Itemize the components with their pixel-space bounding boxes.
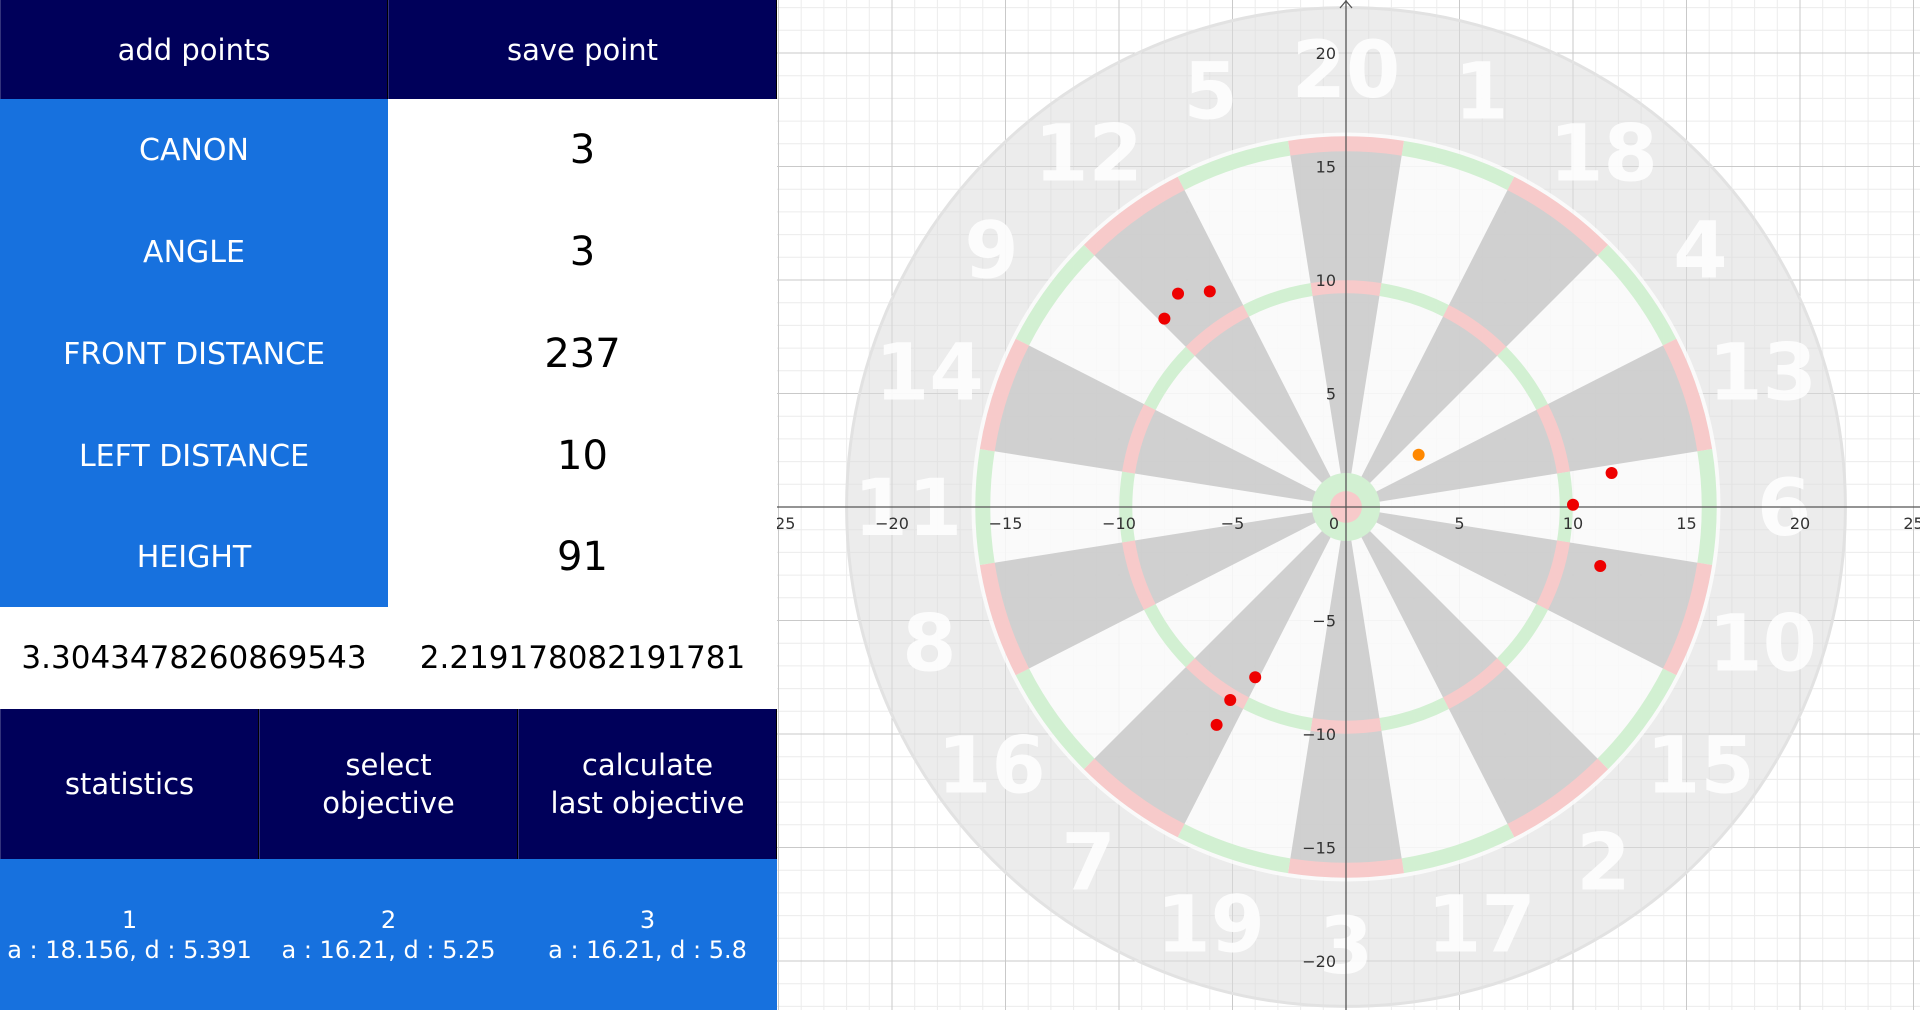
x-tick-label: −10 — [1102, 514, 1136, 533]
objective-item-2[interactable]: 2 a : 16.21, d : 5.25 — [259, 859, 518, 1010]
result-first: 3.3043478260869543 — [0, 607, 388, 709]
board-number: 18 — [1549, 110, 1658, 200]
x-tick-label: −15 — [989, 514, 1023, 533]
board-number: 12 — [1034, 110, 1143, 200]
y-tick-label: −15 — [1302, 839, 1336, 858]
red-point — [1594, 560, 1607, 573]
x-tick-label: −20 — [875, 514, 909, 533]
board-number: 16 — [937, 722, 1046, 812]
board-number: 5 — [1183, 47, 1237, 137]
board-number: 2 — [1576, 818, 1630, 908]
y-tick-label: −20 — [1302, 952, 1336, 971]
board-number: 17 — [1427, 881, 1536, 971]
board-number: 9 — [964, 206, 1018, 296]
orange-point — [1412, 448, 1425, 461]
red-point — [1605, 466, 1618, 479]
y-tick-label: 20 — [1316, 44, 1336, 63]
left-distance-label: LEFT DISTANCE — [0, 405, 388, 507]
red-point — [1224, 693, 1237, 706]
objective-info: a : 16.21, d : 5.25 — [281, 935, 496, 964]
save-point-button[interactable]: save point — [388, 0, 777, 99]
left-distance-value[interactable]: 10 — [388, 405, 777, 507]
add-points-button[interactable]: add points — [0, 0, 388, 99]
angle-label: ANGLE — [0, 201, 388, 303]
x-tick-label: −5 — [1221, 514, 1245, 533]
objective-item-3[interactable]: 3 a : 16.21, d : 5.8 — [518, 859, 777, 1010]
angle-value[interactable]: 3 — [388, 201, 777, 303]
objective-info: a : 18.156, d : 5.391 — [7, 935, 252, 964]
y-tick-label: −5 — [1312, 612, 1336, 631]
x-tick-label: 0 — [1329, 514, 1339, 533]
board-number: 13 — [1708, 329, 1817, 419]
graph-view[interactable]: 2011841361015217319716811149125 −25−20−1… — [777, 0, 1920, 1010]
board-number: 7 — [1061, 818, 1115, 908]
y-tick-label: 5 — [1326, 385, 1336, 404]
calculate-last-objective-button[interactable]: calculate last objective — [518, 709, 777, 859]
x-tick-label: 15 — [1676, 514, 1696, 533]
board-number: 4 — [1673, 206, 1727, 296]
select-objective-label-2: objective — [322, 786, 455, 820]
save-point-label: save point — [506, 32, 659, 67]
add-points-label: add points — [117, 32, 271, 67]
calculate-label-2: last objective — [550, 786, 745, 820]
board-number: 14 — [875, 329, 984, 419]
x-tick-label: 10 — [1563, 514, 1583, 533]
y-tick-label: −10 — [1302, 725, 1336, 744]
statistics-button[interactable]: statistics — [0, 709, 259, 859]
result-second: 2.219178082191781 — [388, 607, 777, 709]
board-number: 11 — [854, 464, 963, 554]
red-point — [1158, 312, 1171, 325]
y-tick-label: 15 — [1316, 158, 1336, 177]
statistics-label: statistics — [64, 767, 195, 801]
control-panel: add points save point CANON 3 ANGLE 3 FR… — [0, 0, 777, 1010]
select-objective-button[interactable]: select objective — [259, 709, 518, 859]
front-distance-value[interactable]: 237 — [388, 303, 777, 405]
red-point — [1210, 718, 1223, 731]
board-number: 15 — [1646, 722, 1755, 812]
objective-item-1[interactable]: 1 a : 18.156, d : 5.391 — [0, 859, 259, 1010]
height-value[interactable]: 91 — [388, 507, 777, 607]
board-number: 10 — [1708, 599, 1817, 689]
board-number: 1 — [1454, 47, 1508, 137]
height-label: HEIGHT — [0, 507, 388, 607]
objective-info: a : 16.21, d : 5.8 — [548, 935, 747, 964]
x-tick-label: 25 — [1903, 514, 1920, 533]
x-tick-label: 20 — [1790, 514, 1810, 533]
canon-label: CANON — [0, 99, 388, 201]
red-point — [1203, 285, 1216, 298]
objective-number: 3 — [639, 905, 656, 934]
x-tick-label: 5 — [1454, 514, 1464, 533]
x-tick-label: −25 — [777, 514, 795, 533]
board-number: 8 — [902, 599, 956, 689]
red-point — [1567, 498, 1579, 511]
canon-value[interactable]: 3 — [388, 99, 777, 201]
calculate-label-1: calculate — [581, 748, 714, 782]
select-objective-label-1: select — [345, 748, 432, 782]
red-point — [1172, 287, 1185, 300]
front-distance-label: FRONT DISTANCE — [0, 303, 388, 405]
objective-number: 1 — [121, 905, 138, 934]
objective-number: 2 — [380, 905, 397, 934]
dartboard-plot[interactable]: 2011841361015217319716811149125 −25−20−1… — [777, 0, 1920, 1010]
board-number: 6 — [1757, 464, 1811, 554]
red-point — [1249, 671, 1262, 684]
y-tick-label: 10 — [1316, 271, 1336, 290]
board-number: 19 — [1156, 881, 1265, 971]
